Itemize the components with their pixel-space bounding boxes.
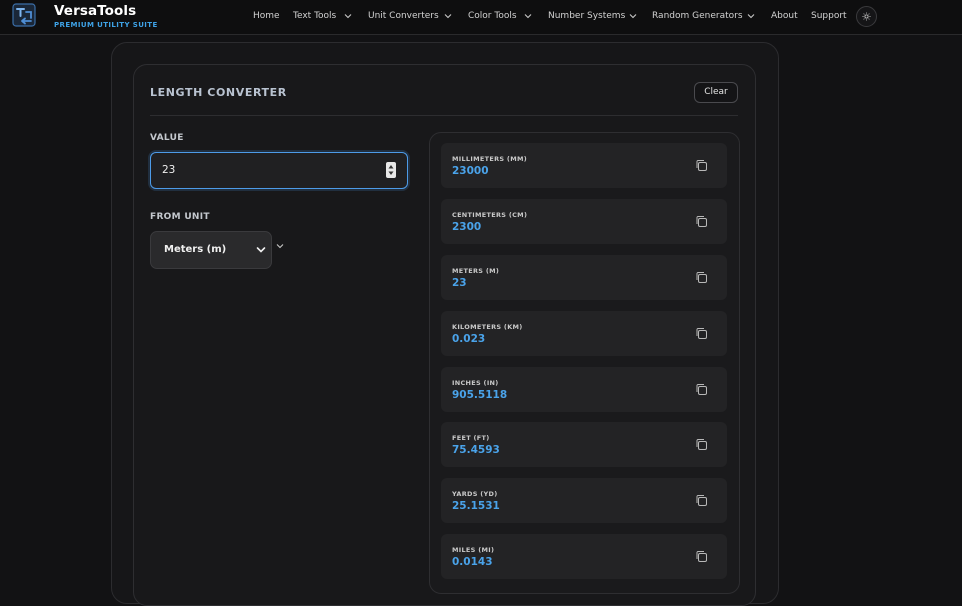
result-row-yards: YARDS (YD) 25.1531 [441, 478, 727, 523]
chevron-down-icon [747, 14, 755, 19]
brand-name[interactable]: VersaTools [54, 3, 136, 19]
result-label: YARDS (YD) [452, 490, 498, 498]
nav-text-tools[interactable]: Text Tools [293, 11, 352, 21]
copy-icon[interactable] [695, 438, 708, 451]
nav-color-tools-label: Color Tools [468, 11, 517, 21]
result-value: 25.1531 [452, 500, 500, 512]
copy-icon[interactable] [695, 271, 708, 284]
value-label: VALUE [150, 133, 184, 143]
nav-support[interactable]: Support [811, 11, 847, 21]
from-unit-select[interactable]: Meters (m) [150, 231, 272, 269]
result-label: CENTIMETERS (CM) [452, 211, 528, 219]
from-unit-selected: Meters (m) [164, 244, 227, 255]
result-row-meters: METERS (M) 23 [441, 255, 727, 300]
result-value: 23 [452, 277, 467, 289]
chevron-down-icon [524, 14, 532, 19]
copy-icon[interactable] [695, 383, 708, 396]
copy-icon[interactable] [695, 327, 708, 340]
nav-about-label: About [771, 11, 798, 21]
nav-number-systems[interactable]: Number Systems [548, 11, 637, 21]
copy-icon[interactable] [695, 215, 708, 228]
result-row-inches: INCHES (IN) 905.5118 [441, 367, 727, 412]
nav-home[interactable]: Home [253, 11, 280, 21]
chevron-down-icon [344, 14, 352, 19]
clear-button[interactable]: Clear [694, 82, 738, 103]
theme-toggle-button[interactable] [856, 6, 877, 27]
chevron-down-icon [444, 14, 452, 19]
sun-icon [862, 12, 871, 21]
result-value: 0.023 [452, 333, 486, 345]
result-row-centimeters: CENTIMETERS (CM) 2300 [441, 199, 727, 244]
result-value: 905.5118 [452, 389, 508, 401]
nav-home-label: Home [253, 11, 280, 21]
result-label: MILLIMETERS (MM) [452, 155, 527, 163]
result-label: MILES (MI) [452, 546, 495, 554]
result-value: 0.0143 [452, 556, 493, 568]
nav-random-generators-label: Random Generators [652, 11, 743, 21]
brand-tagline: PREMIUM UTILITY SUITE [54, 21, 158, 29]
spinner-arrows-icon [388, 165, 394, 175]
value-input[interactable]: 23 [150, 152, 408, 189]
swap-arrows-icon[interactable] [12, 3, 36, 27]
result-row-feet: FEET (FT) 75.4593 [441, 422, 727, 467]
value-input-text: 23 [162, 164, 176, 176]
copy-icon[interactable] [695, 159, 708, 172]
result-row-miles: MILES (MI) 0.0143 [441, 534, 727, 579]
from-unit-label: FROM UNIT [150, 212, 210, 222]
chevron-down-icon [629, 14, 637, 19]
result-value: 23000 [452, 165, 489, 177]
copy-icon[interactable] [695, 550, 708, 563]
nav-about[interactable]: About [771, 11, 798, 21]
converter-title: LENGTH CONVERTER [150, 86, 287, 99]
chevron-down-icon[interactable] [276, 243, 284, 249]
number-spinner[interactable] [386, 162, 396, 178]
result-label: FEET (FT) [452, 434, 490, 442]
nav-color-tools[interactable]: Color Tools [468, 11, 532, 21]
copy-icon[interactable] [695, 494, 708, 507]
result-row-kilometers: KILOMETERS (KM) 0.023 [441, 311, 727, 356]
top-navbar: VersaTools PREMIUM UTILITY SUITE Home Te… [0, 0, 962, 35]
result-value: 75.4593 [452, 444, 500, 456]
nav-number-systems-label: Number Systems [548, 11, 626, 21]
result-value: 2300 [452, 221, 482, 233]
nav-random-generators[interactable]: Random Generators [652, 11, 755, 21]
nav-text-tools-label: Text Tools [293, 11, 337, 21]
result-row-millimeters: MILLIMETERS (MM) 23000 [441, 143, 727, 188]
chevron-down-icon [256, 247, 266, 253]
nav-support-label: Support [811, 11, 847, 21]
nav-unit-converters-label: Unit Converters [368, 11, 439, 21]
result-label: METERS (M) [452, 267, 500, 275]
divider [150, 115, 738, 116]
result-label: KILOMETERS (KM) [452, 323, 523, 331]
result-label: INCHES (IN) [452, 379, 499, 387]
nav-unit-converters[interactable]: Unit Converters [368, 11, 452, 21]
